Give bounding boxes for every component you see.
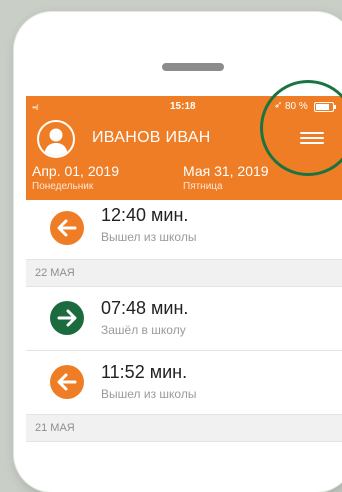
entry-status: Вышел из школы xyxy=(101,230,197,244)
phone-speaker xyxy=(162,63,224,71)
list-item[interactable]: 07:48 мин. Зашёл в школу xyxy=(26,287,342,351)
arrow-left-icon xyxy=(50,365,84,399)
arrow-left-icon xyxy=(50,211,84,245)
entry-status: Вышел из школы xyxy=(101,387,197,401)
day-label: 22 МАЯ xyxy=(35,267,75,279)
day-header: 22 МАЯ xyxy=(26,259,342,287)
end-weekday: Пятница xyxy=(183,181,223,192)
end-date[interactable]: Мая 31, 2019 xyxy=(183,163,269,179)
attendance-list: 12:40 мин. Вышел из школы 22 МАЯ 07:48 м… xyxy=(26,200,342,442)
day-header: 21 МАЯ xyxy=(26,414,342,442)
user-avatar-icon[interactable] xyxy=(37,120,75,158)
entry-time: 11:52 мин. xyxy=(101,362,188,382)
status-time: 15:18 xyxy=(170,101,196,112)
list-item[interactable]: 11:52 мин. Вышел из школы xyxy=(26,351,342,414)
arrow-right-icon xyxy=(50,301,84,335)
entry-time: 12:40 мин. xyxy=(101,205,189,225)
user-name: ИВАНОВ ИВАН xyxy=(92,129,211,146)
entry-status: Зашёл в школу xyxy=(101,323,186,337)
entry-time: 07:48 мин. xyxy=(101,298,189,318)
day-label: 21 МАЯ xyxy=(35,422,75,434)
start-date[interactable]: Апр. 01, 2019 xyxy=(32,163,119,179)
start-weekday: Понедельник xyxy=(32,181,94,192)
list-item[interactable]: 12:40 мин. Вышел из школы xyxy=(26,200,342,259)
signal-icon: ••ıl xyxy=(32,103,39,112)
